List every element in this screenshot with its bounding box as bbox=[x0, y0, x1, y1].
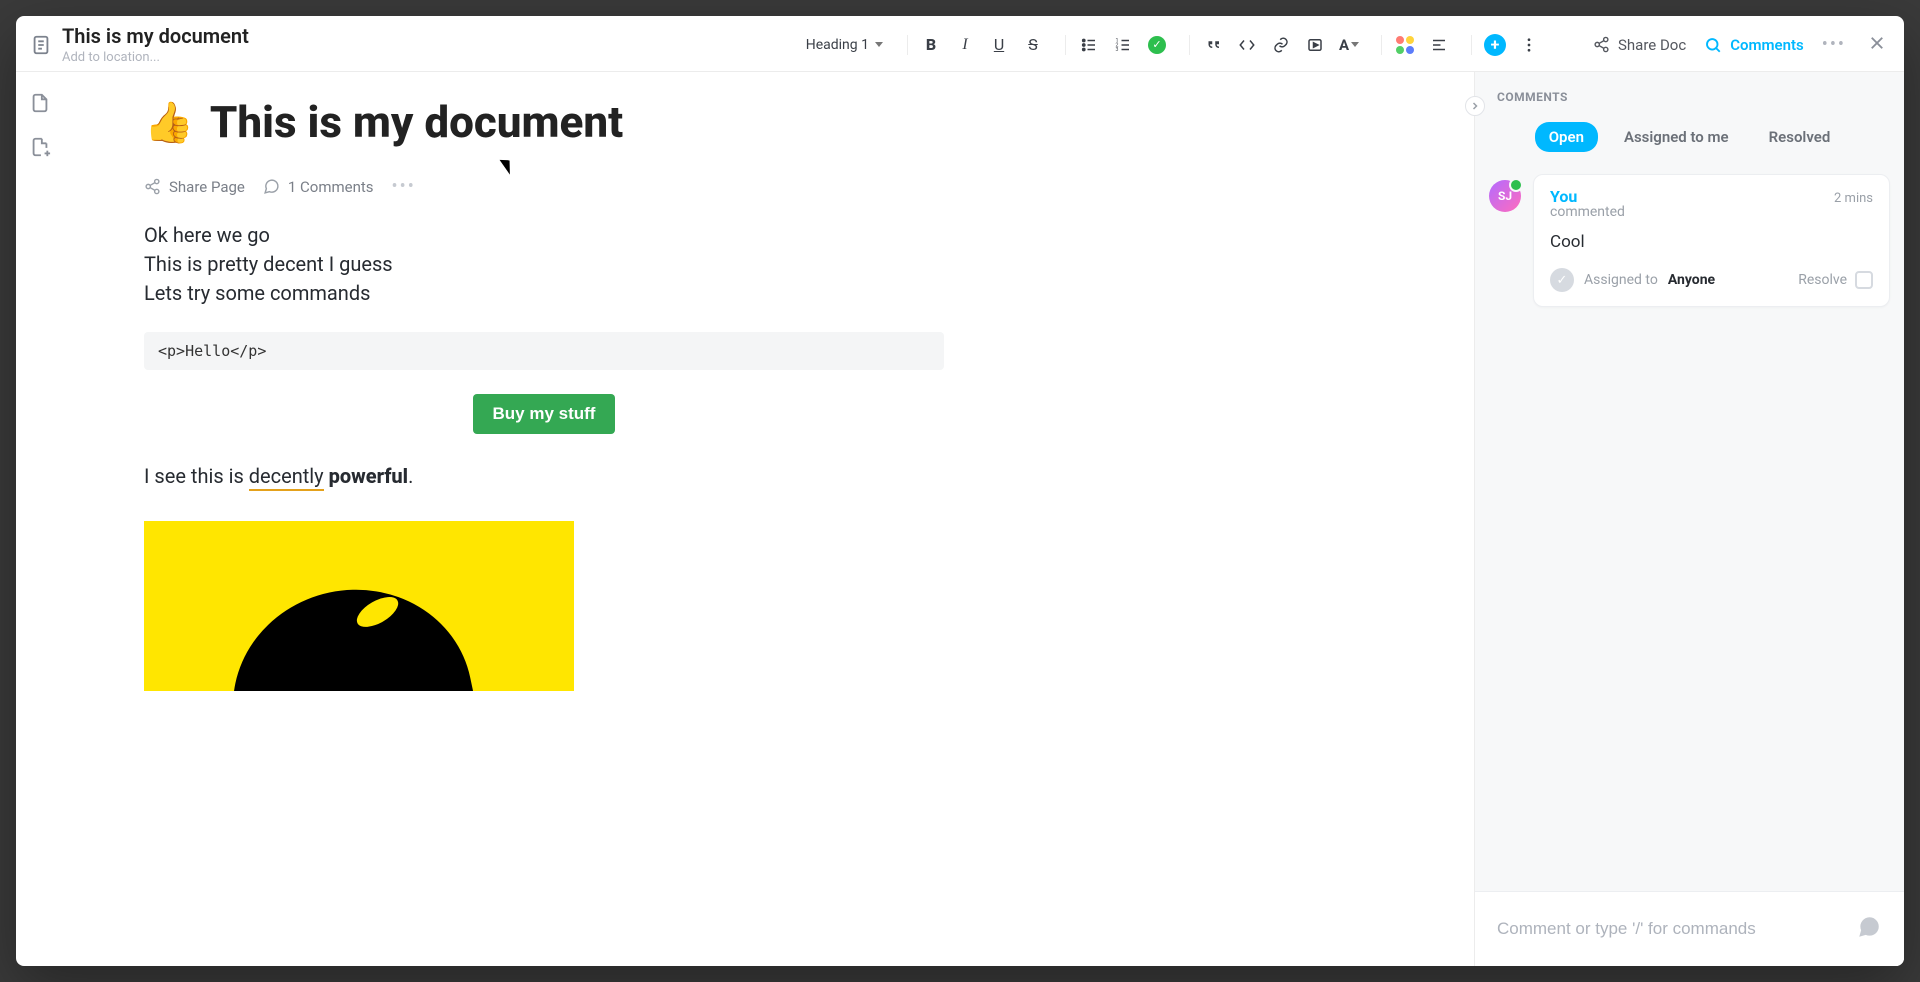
page-nav-icon[interactable] bbox=[29, 92, 51, 118]
page-add-icon[interactable] bbox=[29, 136, 51, 162]
title-column: This is my document Add to location... bbox=[62, 24, 249, 65]
topbar: This is my document Add to location... H… bbox=[16, 16, 1904, 72]
strikethrough-button[interactable]: S bbox=[1019, 31, 1047, 59]
share-page-button[interactable]: Share Page bbox=[144, 178, 245, 196]
comments-panel-title: COMMENTS bbox=[1497, 90, 1882, 104]
add-block-button[interactable]: + bbox=[1481, 31, 1509, 59]
heading-selector-label: Heading 1 bbox=[806, 37, 869, 53]
heading-selector[interactable]: Heading 1 bbox=[800, 33, 889, 57]
align-button[interactable] bbox=[1425, 31, 1453, 59]
assignee-check-icon: ✓ bbox=[1550, 268, 1574, 292]
resolve-button[interactable]: Resolve bbox=[1798, 271, 1873, 289]
code-block[interactable]: <p>Hello</p> bbox=[144, 332, 944, 370]
assigned-to-label: Assigned to bbox=[1584, 272, 1658, 288]
italic-button[interactable]: I bbox=[951, 31, 979, 59]
share-icon bbox=[1593, 36, 1610, 53]
comments-tabs: Open Assigned to me Resolved bbox=[1475, 112, 1904, 168]
comment-card[interactable]: SJ You 2 mins commented Cool ✓ Assigned … bbox=[1489, 174, 1890, 307]
assignee-name[interactable]: Anyone bbox=[1668, 272, 1715, 288]
close-button[interactable] bbox=[1864, 30, 1890, 60]
comment-footer: ✓ Assigned to Anyone Resolve bbox=[1550, 268, 1873, 292]
embedded-image[interactable] bbox=[144, 521, 574, 691]
caret-down-icon bbox=[875, 42, 883, 47]
body: 👍 This is my document Share Page 1 Comme… bbox=[16, 72, 1904, 966]
plus-circle-icon: + bbox=[1484, 34, 1506, 56]
share-doc-label: Share Doc bbox=[1618, 36, 1686, 54]
tab-resolved[interactable]: Resolved bbox=[1755, 122, 1845, 152]
color-picker-button[interactable] bbox=[1391, 31, 1419, 59]
svg-text:3: 3 bbox=[1116, 47, 1119, 53]
comments-panel: COMMENTS Open Assigned to me Resolved SJ… bbox=[1474, 72, 1904, 966]
checklist-button[interactable]: ✓ bbox=[1143, 31, 1171, 59]
left-rail bbox=[16, 72, 64, 966]
comment-icon bbox=[263, 178, 280, 195]
editor-area[interactable]: 👍 This is my document Share Page 1 Comme… bbox=[64, 72, 1474, 966]
color-dots-icon bbox=[1396, 36, 1414, 54]
sentence-prefix: I see this is bbox=[144, 464, 249, 488]
doc-content[interactable]: Ok here we go This is pretty decent I gu… bbox=[144, 221, 944, 691]
page-meta-row: Share Page 1 Comments ••• bbox=[144, 176, 1414, 197]
content-line[interactable]: This is pretty decent I guess bbox=[144, 250, 944, 279]
close-icon bbox=[1868, 34, 1886, 52]
comments-panel-header: COMMENTS bbox=[1475, 72, 1904, 112]
content-line[interactable]: Ok here we go bbox=[144, 221, 944, 250]
check-circle-icon: ✓ bbox=[1148, 36, 1166, 54]
sentence-suffix: . bbox=[408, 464, 413, 488]
resolve-label: Resolve bbox=[1798, 272, 1847, 288]
tab-open[interactable]: Open bbox=[1535, 122, 1598, 152]
collapse-panel-button[interactable] bbox=[1465, 96, 1485, 116]
share-page-label: Share Page bbox=[169, 178, 245, 196]
comment-text: Cool bbox=[1550, 232, 1873, 252]
comment-body: You 2 mins commented Cool ✓ Assigned to … bbox=[1533, 174, 1890, 307]
comment-subline: commented bbox=[1550, 204, 1873, 220]
formatting-toolbar: Heading 1 B I U S 123 ✓ bbox=[790, 31, 1553, 59]
bold-word: powerful bbox=[329, 464, 408, 488]
share-doc-button[interactable]: Share Doc bbox=[1593, 36, 1686, 54]
content-line[interactable]: I see this is decently powerful. bbox=[144, 462, 944, 491]
topbar-right-actions: Share Doc Comments ••• bbox=[1593, 30, 1890, 60]
doc-title[interactable]: This is my document bbox=[62, 24, 249, 48]
embed-button[interactable] bbox=[1301, 31, 1329, 59]
send-icon bbox=[1856, 914, 1882, 940]
hat-shape bbox=[212, 568, 476, 691]
underlined-word: decently bbox=[249, 464, 324, 491]
more-options-button[interactable]: ••• bbox=[1822, 34, 1846, 55]
comments-count-label: 1 Comments bbox=[288, 178, 374, 196]
add-to-location[interactable]: Add to location... bbox=[62, 50, 249, 65]
numbered-list-button[interactable]: 123 bbox=[1109, 31, 1137, 59]
comments-toggle-label: Comments bbox=[1730, 36, 1804, 54]
document-modal: This is my document Add to location... H… bbox=[16, 16, 1904, 966]
tab-assigned-to-me[interactable]: Assigned to me bbox=[1610, 122, 1743, 152]
send-comment-button[interactable] bbox=[1856, 914, 1882, 944]
page-title[interactable]: This is my document bbox=[210, 96, 623, 148]
comment-input-row bbox=[1475, 891, 1904, 966]
page-more-button[interactable]: ••• bbox=[392, 176, 416, 197]
cta-button[interactable]: Buy my stuff bbox=[473, 394, 616, 434]
comments-list: SJ You 2 mins commented Cool ✓ Assigned … bbox=[1475, 168, 1904, 891]
page-title-row: 👍 This is my document bbox=[144, 96, 1414, 148]
comments-toggle-button[interactable]: Comments bbox=[1704, 36, 1804, 54]
resolve-checkbox[interactable] bbox=[1855, 271, 1873, 289]
font-button[interactable]: A bbox=[1335, 31, 1363, 59]
quote-button[interactable] bbox=[1199, 31, 1227, 59]
chevron-right-icon bbox=[1469, 100, 1481, 112]
share-icon bbox=[144, 178, 161, 195]
avatar: SJ bbox=[1489, 180, 1521, 212]
comment-time: 2 mins bbox=[1834, 191, 1873, 206]
comments-count-button[interactable]: 1 Comments bbox=[263, 178, 374, 196]
caret-down-icon bbox=[1351, 42, 1359, 47]
document-icon bbox=[30, 34, 52, 56]
more-toolbar-button[interactable] bbox=[1515, 31, 1543, 59]
link-button[interactable] bbox=[1267, 31, 1295, 59]
bullet-list-button[interactable] bbox=[1075, 31, 1103, 59]
bold-button[interactable]: B bbox=[917, 31, 945, 59]
code-block-button[interactable] bbox=[1233, 31, 1261, 59]
mouse-cursor-icon bbox=[500, 155, 517, 174]
comment-icon bbox=[1704, 36, 1722, 54]
content-line[interactable]: Lets try some commands bbox=[144, 279, 944, 308]
comment-input[interactable] bbox=[1497, 919, 1842, 939]
underline-button[interactable]: U bbox=[985, 31, 1013, 59]
page-emoji[interactable]: 👍 bbox=[144, 99, 194, 146]
